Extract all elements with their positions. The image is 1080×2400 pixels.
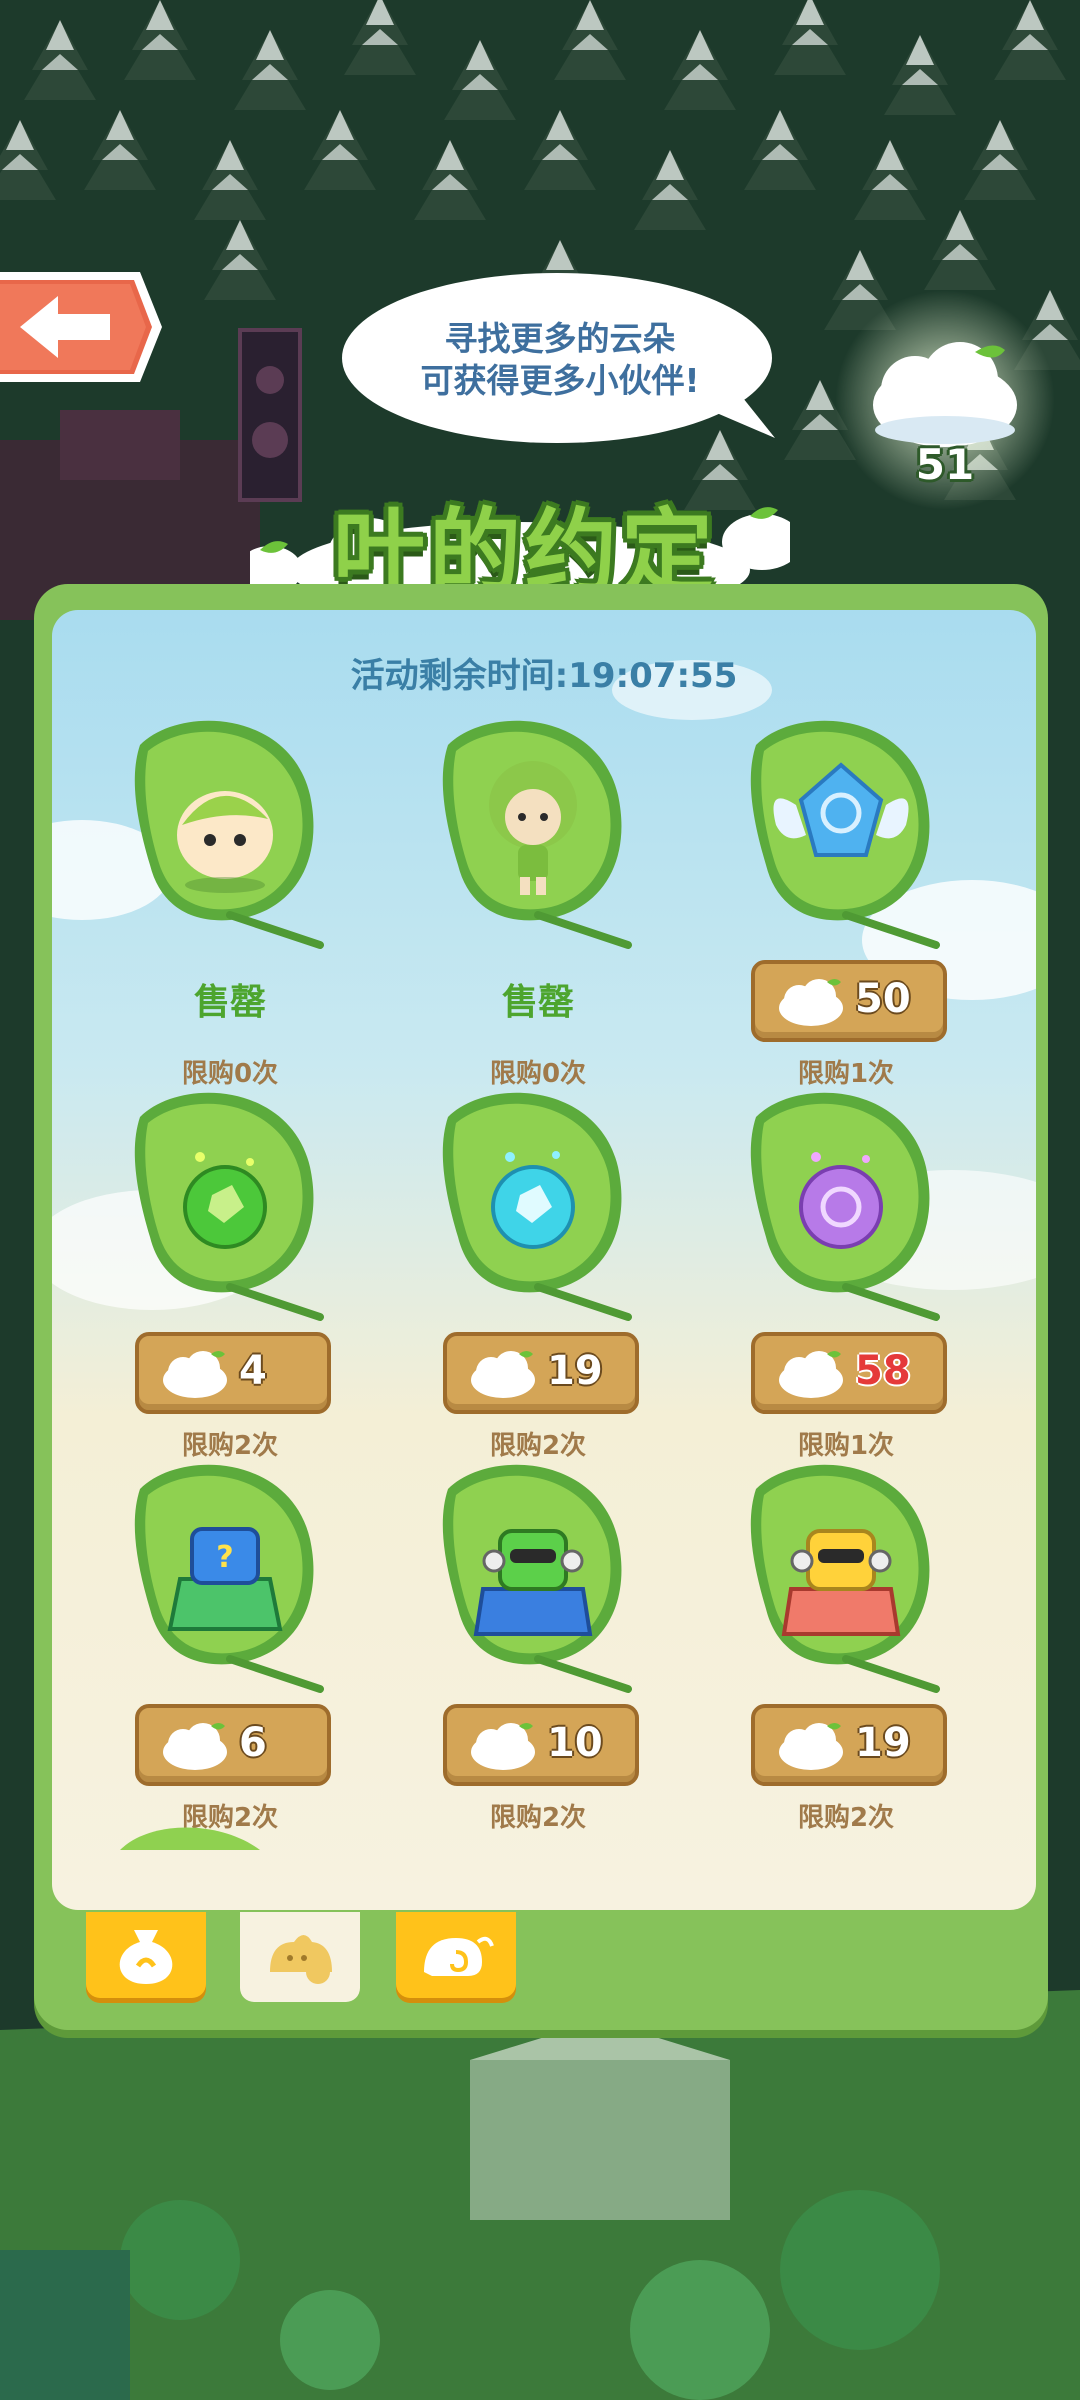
svg-text:?: ? (216, 1540, 233, 1575)
price-button[interactable]: 50 (751, 960, 947, 1042)
cloud-icon (163, 1723, 227, 1770)
cloud-icon (163, 1351, 227, 1398)
leaf-card: ? (134, 1464, 324, 1693)
tab-snail[interactable] (396, 1912, 516, 1998)
purchase-limit: 限购2次 (797, 1803, 895, 1833)
price-button[interactable]: 6 (135, 1704, 331, 1786)
price-button[interactable]: 19 (751, 1704, 947, 1786)
shop-item-green-robot-bag[interactable]: 10 限购2次 (408, 1449, 668, 1833)
tab-bag[interactable] (86, 1912, 206, 1998)
shop-item-leaf-fairy[interactable]: 售罄 限购0次 (408, 705, 668, 1089)
shop-item-blue-orb[interactable]: 19 限购2次 (408, 1077, 668, 1461)
sold-out-label: 售罄 (193, 982, 266, 1023)
price-value: 10 (547, 1720, 603, 1766)
cloud-icon (471, 1351, 535, 1398)
back-button[interactable] (0, 268, 165, 386)
cloud-icon (471, 1723, 535, 1770)
event-timer: 活动剩余时间:19:07:55 (350, 656, 738, 696)
shop-item-yellow-robot-bag[interactable]: 19 限购2次 (716, 1449, 976, 1833)
cloud-icon (779, 1723, 843, 1770)
price-button[interactable]: 4 (135, 1332, 331, 1414)
shop-item-green-orb[interactable]: 4 限购2次 (100, 1077, 360, 1461)
leaf-card (134, 1092, 324, 1321)
leaf-card (750, 1464, 940, 1693)
cloud-icon (779, 1351, 843, 1398)
price-value: 19 (855, 1720, 911, 1766)
sold-out-label: 售罄 (501, 982, 574, 1023)
leaf-card (442, 1464, 632, 1693)
shop-panel-content[interactable]: 活动剩余时间:19:07:55 售罄 限购0次 售罄 限购0次 50 限购1次 … (52, 610, 1036, 1910)
price-value: 19 (547, 1348, 603, 1394)
leaf-card (442, 720, 632, 949)
price-value: 58 (855, 1348, 911, 1394)
price-value: 50 (855, 976, 911, 1022)
price-value: 4 (239, 1348, 267, 1394)
shop-item-leaf-sprout[interactable]: 售罄 限购0次 (100, 705, 360, 1089)
leaf-card (750, 720, 940, 949)
next-row-leaf-peek (120, 1827, 260, 1850)
shop-item-mystery-bag[interactable]: ? 6 限购2次 (100, 1449, 360, 1833)
speech-line-2: 可获得更多小伙伴! (420, 361, 700, 400)
snail-icon (424, 1936, 494, 1976)
purchase-limit: 限购2次 (489, 1803, 587, 1833)
speech-line-1: 寻找更多的云朵 (444, 319, 676, 358)
tab-pets[interactable] (240, 1912, 360, 2002)
cloud-icon (779, 979, 843, 1026)
leaf-card (442, 1092, 632, 1321)
price-button[interactable]: 10 (443, 1704, 639, 1786)
speech-bubble-text: 寻找更多的云朵 可获得更多小伙伴! (335, 318, 785, 402)
leaf-card (134, 720, 324, 949)
bag-icon (119, 1930, 173, 1984)
price-value: 6 (239, 1720, 267, 1766)
pets-icon (270, 1935, 332, 1984)
price-button[interactable]: 19 (443, 1332, 639, 1414)
leaf-card (750, 1092, 940, 1321)
shop-item-winged-crystal[interactable]: 50 限购1次 (716, 705, 976, 1089)
price-button[interactable]: 58 (751, 1332, 947, 1414)
cloud-count: 51 (915, 440, 975, 489)
shop-item-purple-orb[interactable]: 58 限购1次 (716, 1077, 976, 1461)
